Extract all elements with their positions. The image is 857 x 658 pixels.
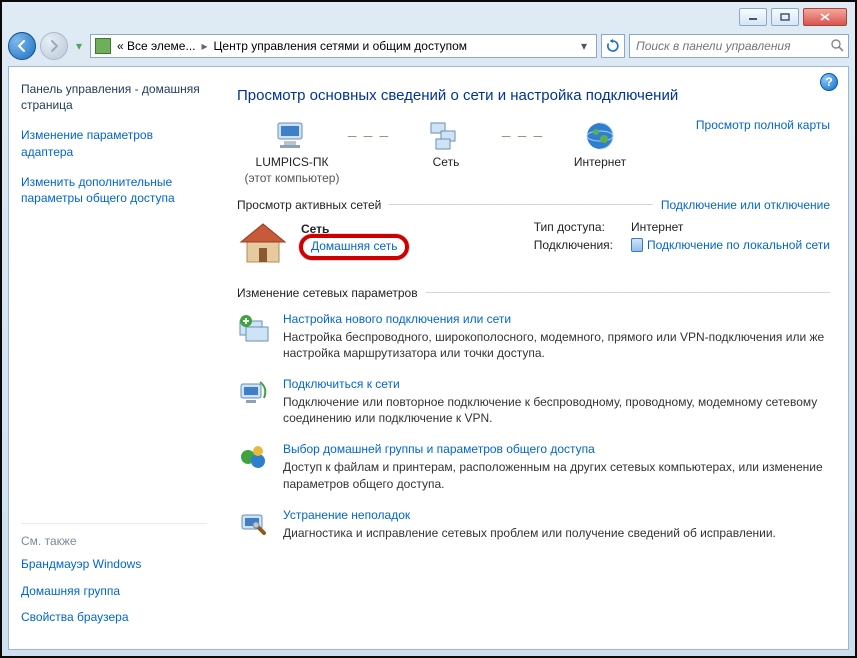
breadcrumb-part[interactable]: « Все элеме... [117, 39, 195, 53]
window-body: Панель управления - домашняя страница Из… [8, 66, 849, 650]
connect-disconnect-link[interactable]: Подключение или отключение [661, 198, 830, 212]
see-also-homegroup[interactable]: Домашняя группа [21, 583, 207, 599]
sidebar-link-adapter-settings[interactable]: Изменение параметров адаптера [21, 127, 207, 159]
search-icon [830, 38, 844, 55]
minimize-button[interactable] [739, 8, 767, 26]
detail-key-connections: Подключения: [534, 238, 613, 252]
homegroup-icon [237, 442, 271, 474]
troubleshoot-icon [237, 508, 271, 540]
option-title-link[interactable]: Выбор домашней группы и параметров общег… [283, 442, 595, 456]
node-network: Сеть [391, 118, 501, 170]
option-title-link[interactable]: Подключиться к сети [283, 377, 400, 391]
node-pc-sublabel: (этот компьютер) [245, 172, 340, 186]
option-new-connection: Настройка нового подключения или сети На… [237, 312, 830, 361]
sidebar-home-link[interactable]: Панель управления - домашняя страница [21, 81, 207, 113]
titlebar [8, 8, 849, 30]
search-input[interactable] [634, 38, 826, 54]
option-title-link[interactable]: Настройка нового подключения или сети [283, 312, 511, 326]
option-troubleshoot: Устранение неполадок Диагностика и испра… [237, 508, 830, 541]
connection-link[interactable]: Подключение по локальной сети [631, 238, 830, 252]
option-connect-network: Подключиться к сети Подключение или повт… [237, 377, 830, 426]
breadcrumb-part[interactable]: Центр управления сетями и общим доступом [214, 39, 468, 53]
option-title-link[interactable]: Устранение неполадок [283, 508, 410, 522]
network-type-highlight: Домашняя сеть [301, 236, 407, 258]
connect-icon [237, 377, 271, 409]
see-also-label: См. также [21, 534, 207, 548]
node-network-label: Сеть [433, 156, 460, 170]
home-network-icon [237, 220, 289, 266]
page-title: Просмотр основных сведений о сети и наст… [237, 87, 830, 104]
sidebar: Панель управления - домашняя страница Из… [9, 67, 219, 649]
option-homegroup: Выбор домашней группы и параметров общег… [237, 442, 830, 491]
refresh-button[interactable] [601, 34, 625, 58]
map-connector: ─ ─ ─ [501, 118, 545, 154]
see-also-firewall[interactable]: Брандмауэр Windows [21, 556, 207, 572]
section-label: Просмотр активных сетей [237, 198, 381, 212]
address-dropdown[interactable]: ▾ [576, 39, 592, 53]
network-type-link[interactable]: Домашняя сеть [311, 239, 397, 253]
map-connector: ─ ─ ─ [347, 118, 391, 154]
node-this-pc: LUMPICS-ПК (этот компьютер) [237, 118, 347, 186]
detail-value-access: Интернет [631, 220, 830, 234]
section-active-networks: Просмотр активных сетей Подключение или … [237, 198, 830, 212]
network-map-row: LUMPICS-ПК (этот компьютер) ─ ─ ─ Сеть ─… [237, 118, 830, 186]
active-network-details: Тип доступа: Интернет Подключения: Подкл… [534, 220, 830, 266]
detail-key-access: Тип доступа: [534, 220, 613, 234]
section-change-settings: Изменение сетевых параметров [237, 286, 830, 300]
option-desc: Доступ к файлам и принтерам, расположенн… [283, 459, 830, 491]
pc-icon [272, 118, 312, 154]
section-divider [426, 292, 830, 293]
network-options-list: Настройка нового подключения или сети На… [237, 312, 830, 541]
window-chrome: ▾ « Все элеме... ▸ Центр управления сетя… [2, 2, 855, 656]
section-divider [389, 204, 653, 205]
nic-icon [631, 238, 643, 252]
node-internet: Интернет [545, 118, 655, 170]
help-button[interactable]: ? [820, 73, 838, 91]
node-pc-label: LUMPICS-ПК [256, 156, 329, 170]
option-desc: Подключение или повторное подключение к … [283, 394, 830, 426]
section-label: Изменение сетевых параметров [237, 286, 418, 300]
sidebar-see-also: См. также Брандмауэр Windows Домашняя гр… [21, 523, 207, 635]
nav-bar: ▾ « Все элеме... ▸ Центр управления сетя… [8, 30, 849, 62]
maximize-button[interactable] [771, 8, 799, 26]
content-pane: ? Просмотр основных сведений о сети и на… [219, 67, 848, 649]
new-connection-icon [237, 312, 271, 344]
globe-icon [580, 118, 620, 154]
node-internet-label: Интернет [574, 156, 626, 170]
full-map-link[interactable]: Просмотр полной карты [696, 118, 830, 132]
active-network-name: Сеть [301, 222, 407, 236]
back-button[interactable] [8, 32, 36, 60]
breadcrumb-separator: ▸ [201, 39, 207, 53]
nav-history-dropdown[interactable]: ▾ [72, 36, 86, 56]
option-desc: Диагностика и исправление сетевых пробле… [283, 525, 776, 541]
close-button[interactable] [803, 8, 847, 26]
option-desc: Настройка беспроводного, широкополосного… [283, 329, 830, 361]
sidebar-link-advanced-sharing[interactable]: Изменить дополнительные параметры общего… [21, 174, 207, 206]
connection-name: Подключение по локальной сети [647, 238, 830, 252]
control-panel-icon [95, 38, 111, 54]
see-also-browser-props[interactable]: Свойства браузера [21, 609, 207, 625]
address-bar[interactable]: « Все элеме... ▸ Центр управления сетями… [90, 34, 597, 58]
network-icon [426, 118, 466, 154]
active-network-block: Сеть Домашняя сеть Тип доступа: Интернет… [237, 220, 830, 266]
search-box[interactable] [629, 34, 849, 58]
forward-button[interactable] [40, 32, 68, 60]
